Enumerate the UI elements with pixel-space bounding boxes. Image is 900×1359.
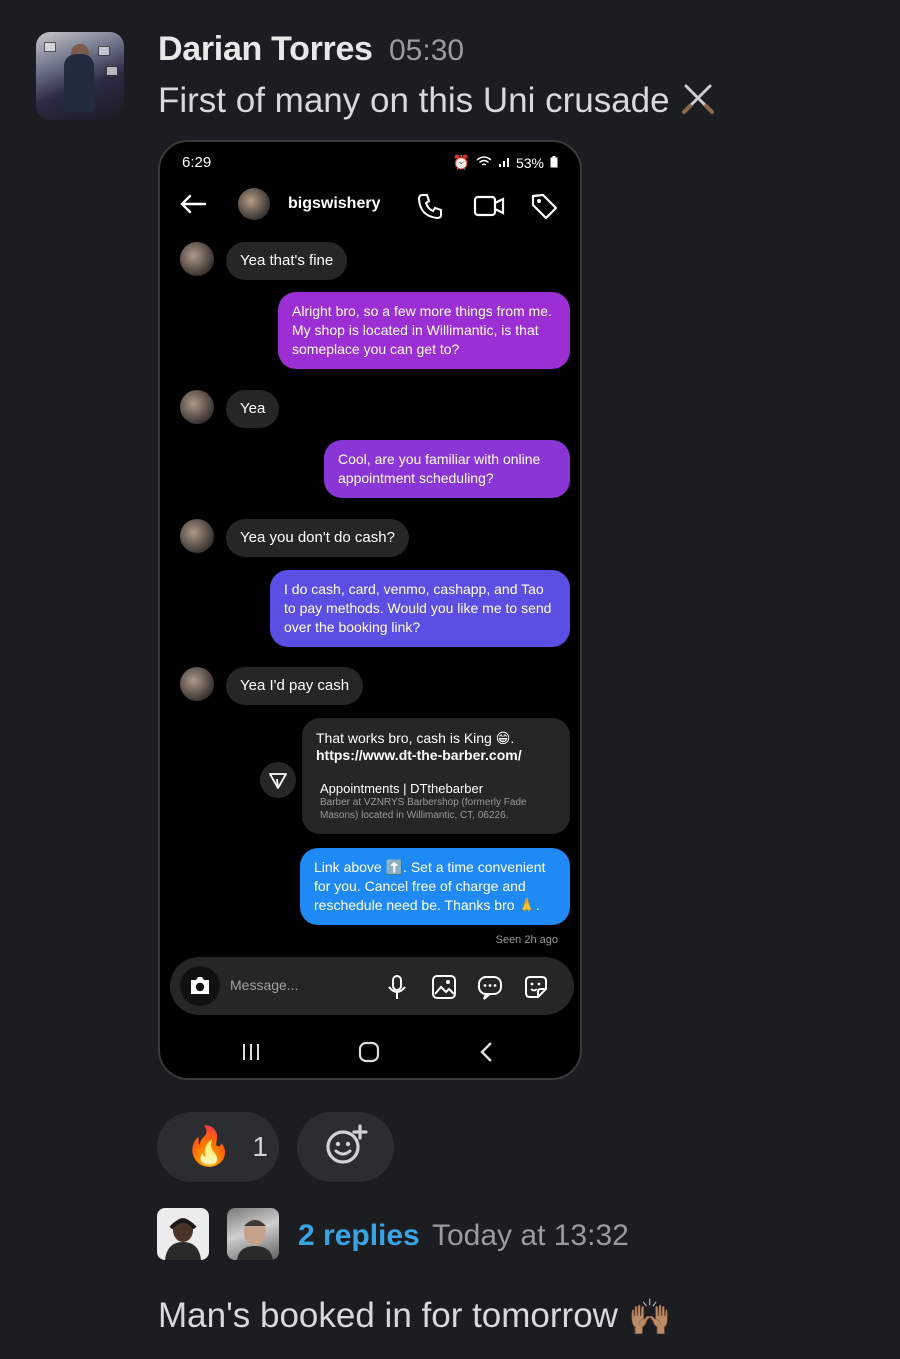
camera-icon[interactable] [180, 966, 220, 1006]
chat-username[interactable]: bigswishery [288, 195, 380, 213]
reaction-count: 1 [252, 1131, 268, 1162]
alarm-icon: ⏰ [452, 154, 470, 170]
signal-icon [498, 155, 510, 171]
message-timestamp[interactable]: 05:30 [389, 34, 464, 68]
gallery-icon[interactable] [430, 973, 458, 1006]
screenshot-attachment[interactable]: 6:29 ⏰ 53% bigswishery Yea that's fine A… [158, 140, 582, 1080]
message-text: First of many on this Uni crusade [158, 80, 716, 125]
tag-icon[interactable] [530, 192, 558, 225]
chat-avatar[interactable] [238, 188, 270, 220]
author-name[interactable]: Darian Torres [158, 30, 373, 69]
back-arrow-icon[interactable] [178, 192, 208, 221]
outgoing-message: Alright bro, so a few more things from m… [278, 292, 570, 369]
message-text: Man's booked in for tomorrow 🙌🏽 [158, 1296, 672, 1338]
sender-avatar [180, 519, 214, 553]
thread-last-reply-time: Today at 13:32 [432, 1219, 629, 1252]
microphone-icon[interactable] [384, 973, 410, 1006]
raised-hands-emoji: 🙌🏽 [627, 1298, 672, 1338]
home-icon[interactable] [358, 1041, 380, 1068]
fire-reaction-emoji: 🔥 [185, 1126, 233, 1168]
chat-header: bigswishery [160, 186, 580, 226]
crossed-swords-icon [680, 80, 716, 125]
seen-indicator: Seen 2h ago [495, 934, 558, 946]
phone-call-icon[interactable] [416, 192, 444, 225]
outgoing-message: Link above ⬆️. Set a time convenient for… [300, 848, 570, 925]
incoming-message: Yea [226, 390, 280, 428]
fire-reaction[interactable]: 🔥 1 [157, 1112, 279, 1182]
recent-apps-icon[interactable] [240, 1042, 262, 1067]
message-composer[interactable]: Message... [170, 957, 574, 1015]
link-description: Barber at VZNRYS Barbershop (formerly Fa… [320, 797, 527, 821]
status-time: 6:29 [182, 154, 212, 171]
sticker-icon[interactable] [522, 973, 550, 1006]
incoming-message: Yea you don't do cash? [226, 519, 409, 557]
author-avatar[interactable] [36, 32, 124, 120]
chat-bubble-icon[interactable] [476, 973, 504, 1006]
message-text-content: First of many on this Uni crusade [158, 80, 670, 120]
incoming-message: Yea I'd pay cash [226, 667, 364, 705]
incoming-message: Yea that's fine [226, 242, 348, 280]
thread-replies-link[interactable]: 2 replies [298, 1219, 420, 1253]
link-url[interactable]: https://www.dt-the-barber.com/ [316, 747, 556, 763]
status-icons: ⏰ 53% [453, 154, 558, 171]
android-nav-bar [160, 1034, 580, 1070]
battery-icon [550, 155, 558, 171]
sender-avatar [180, 390, 214, 424]
outgoing-message: Cool, are you familiar with online appoi… [324, 440, 570, 498]
link-card-text: That works bro, cash is King 😁. [316, 730, 515, 746]
link-preview-message[interactable]: That works bro, cash is King 😁. https://… [302, 718, 570, 834]
link-title: Appointments | DTthebarber [320, 781, 484, 796]
sender-avatar [180, 667, 214, 701]
add-reaction-button[interactable] [297, 1112, 394, 1182]
wifi-icon [476, 155, 492, 171]
back-icon[interactable] [478, 1041, 496, 1068]
share-icon[interactable] [260, 762, 296, 798]
sender-avatar [180, 242, 214, 276]
reply-avatar[interactable] [157, 1208, 209, 1260]
add-reaction-icon [324, 1123, 368, 1172]
video-call-icon[interactable] [473, 192, 505, 225]
battery-level: 53% [515, 154, 544, 171]
message-input[interactable]: Message... [230, 977, 298, 993]
outgoing-message: I do cash, card, venmo, cashapp, and Tao… [270, 570, 570, 647]
message-text-content: Man's booked in for tomorrow [158, 1296, 618, 1335]
reply-avatar[interactable] [227, 1208, 279, 1260]
